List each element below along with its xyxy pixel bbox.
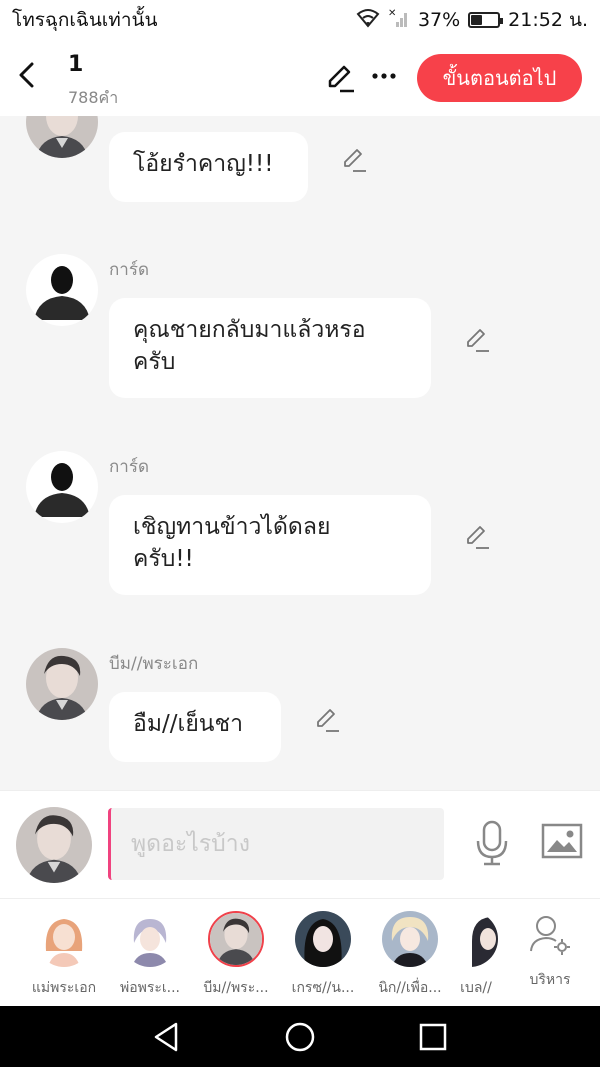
character-name: พ่อพระเ... — [119, 980, 181, 996]
message-line: เชิญทานข้าวได้ดลย — [133, 514, 331, 540]
no-signal-icon: ✕ — [388, 8, 410, 33]
sender-name: การ์ด — [109, 260, 150, 280]
character-avatar — [295, 911, 351, 967]
character-avatar — [468, 911, 498, 967]
avatar-guard[interactable] — [26, 254, 98, 326]
status-icons: ✕ 37% 21:52 น. — [356, 5, 588, 35]
sender-name: บีม//พระเอก — [109, 654, 199, 674]
character-name: เกรซ//น... — [291, 980, 355, 996]
edit-pencil-icon — [317, 709, 339, 732]
character-item[interactable]: บีม//พระ... — [191, 911, 281, 999]
microphone-icon — [476, 820, 508, 866]
carrier-text: โทรฉุกเฉินเท่านั้น — [12, 9, 158, 31]
voice-button[interactable] — [472, 819, 512, 867]
man-portrait-icon — [26, 116, 98, 158]
character-avatar — [122, 911, 178, 967]
message-line: คุณชายกลับมาแล้วหรอ — [133, 317, 366, 343]
battery-fill — [471, 15, 482, 25]
system-navigation-bar — [0, 1006, 600, 1067]
wifi-icon — [356, 8, 380, 33]
insert-image-button[interactable] — [540, 821, 584, 861]
manage-characters-button[interactable]: บริหาร — [522, 913, 578, 991]
message-bubble[interactable]: เชิญทานข้าวได้ดลย ครับ!! — [109, 495, 431, 595]
message-bubble[interactable]: โอ้ยรำคาญ!!! — [109, 132, 308, 202]
avatar-beam[interactable] — [26, 648, 98, 720]
edit-pencil-icon — [467, 329, 489, 352]
manage-label: บริหาร — [529, 972, 571, 988]
character-item[interactable]: แม่พระเอก — [19, 911, 109, 999]
character-item[interactable]: เบล// — [452, 911, 500, 999]
character-avatar — [208, 911, 264, 967]
input-bar — [0, 790, 600, 898]
message-text: โอ้ยรำคาญ!!! — [133, 151, 274, 177]
message-bubble[interactable]: อืม//เย็นชา — [109, 692, 281, 762]
sender-name: การ์ด — [109, 457, 150, 477]
silhouette-icon — [26, 451, 98, 523]
edit-pencil-icon — [328, 65, 354, 93]
edit-title-button[interactable] — [324, 62, 356, 94]
silhouette-icon — [26, 254, 98, 326]
character-name: บีม//พระ... — [203, 980, 269, 996]
character-name: เบล// — [460, 980, 492, 996]
character-avatar — [382, 911, 438, 967]
triangle-back-icon — [154, 1022, 178, 1052]
user-settings-icon — [530, 916, 570, 955]
episode-title[interactable]: 1 — [68, 52, 83, 77]
avatar-guard[interactable] — [26, 451, 98, 523]
nav-home-button[interactable] — [283, 1020, 317, 1054]
character-name: แม่พระเอก — [31, 980, 97, 996]
character-name: นิก//เพื่อ... — [378, 980, 442, 996]
message-line: ครับ — [133, 349, 176, 375]
next-step-button[interactable]: ขั้นตอนต่อไป — [417, 54, 582, 102]
more-dots-icon — [372, 73, 396, 79]
character-avatar — [36, 911, 92, 967]
square-recents-icon — [419, 1023, 447, 1051]
svg-text:✕: ✕ — [388, 8, 396, 19]
message-input[interactable] — [108, 808, 444, 880]
edit-message-button[interactable] — [463, 326, 491, 354]
image-icon — [541, 823, 583, 859]
edit-pencil-icon — [344, 149, 366, 172]
clock: 21:52 น. — [508, 9, 588, 31]
edit-message-button[interactable] — [340, 146, 368, 174]
man-portrait-icon — [26, 648, 98, 720]
chat-area[interactable]: โอ้ยรำคาญ!!! การ์ด คุณชายกลับมาแล้วหรอ ค… — [0, 116, 600, 790]
back-chevron-icon — [19, 62, 34, 88]
more-options-button[interactable] — [370, 62, 398, 90]
character-item[interactable]: นิก//เพื่อ... — [365, 911, 455, 999]
avatar-beam[interactable] — [26, 116, 98, 158]
edit-pencil-icon — [467, 526, 489, 549]
nav-recents-button[interactable] — [416, 1020, 450, 1054]
current-character-avatar[interactable] — [16, 807, 92, 883]
message-bubble[interactable]: คุณชายกลับมาแล้วหรอ ครับ — [109, 298, 431, 398]
character-item[interactable]: พ่อพระเ... — [105, 911, 195, 999]
character-item[interactable]: เกรซ//น... — [278, 911, 368, 999]
character-bar: แม่พระเอก พ่อพระเ... บีม//พระ... เกรซ//น… — [0, 898, 600, 1006]
editor-header: 1 788คำ ขั้นตอนต่อไป — [0, 40, 600, 116]
nav-back-button[interactable] — [150, 1020, 184, 1054]
edit-message-button[interactable] — [463, 523, 491, 551]
word-count: 788คำ — [68, 88, 119, 107]
back-button[interactable] — [12, 58, 42, 92]
man-portrait-icon — [16, 807, 92, 883]
battery-icon — [468, 12, 504, 28]
status-bar: โทรฉุกเฉินเท่านั้น ✕ 37% 21:52 น. — [0, 0, 600, 40]
message-text: อืม//เย็นชา — [133, 711, 244, 737]
edit-message-button[interactable] — [313, 706, 341, 734]
circle-home-icon — [285, 1022, 315, 1052]
battery-percent: 37% — [417, 9, 461, 31]
message-line: ครับ!! — [133, 546, 194, 572]
